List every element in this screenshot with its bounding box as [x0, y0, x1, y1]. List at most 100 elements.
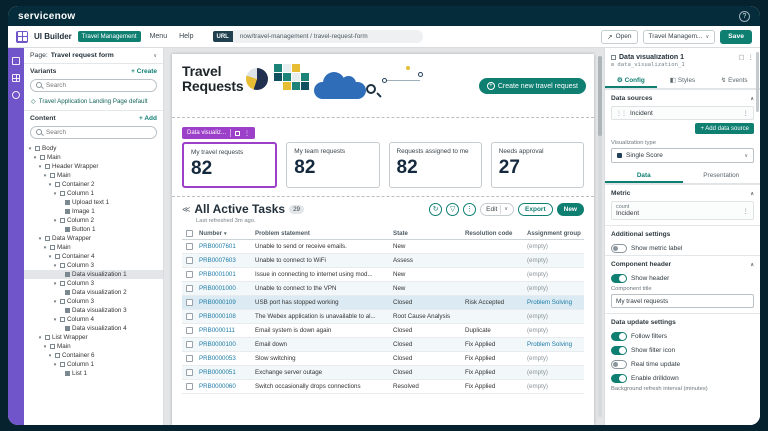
drag-handle-icon[interactable]: ⋮⋮	[616, 110, 626, 117]
save-button[interactable]: Save	[720, 30, 752, 44]
row-number-link[interactable]: PRB0007603	[196, 257, 252, 264]
content-search[interactable]	[30, 126, 157, 139]
collapse-icon[interactable]: ≪	[182, 205, 190, 214]
row-number-link[interactable]: PRB0000060	[196, 383, 252, 390]
tab-config[interactable]: ⚙Config	[605, 72, 657, 88]
metric-item[interactable]: count Incident ⋮	[611, 201, 754, 220]
row-assignment-group[interactable]: Problem Solving	[524, 341, 584, 348]
row-checkbox[interactable]	[186, 243, 193, 250]
help-menu-button[interactable]: Help	[176, 31, 196, 42]
open-button[interactable]: ↗ Open	[601, 30, 637, 44]
rail-components-icon[interactable]	[12, 74, 20, 82]
tree-item-data-wrapper[interactable]: ▾Data Wrapper	[24, 234, 163, 243]
ui-builder-logo-icon[interactable]	[16, 31, 28, 43]
tree-item-column-3[interactable]: ▾Column 3	[24, 261, 163, 270]
kebab-icon[interactable]: ⋮	[743, 207, 750, 215]
tree-item-container-4[interactable]: ▾Container 4	[24, 252, 163, 261]
row-checkbox[interactable]	[186, 299, 193, 306]
table-row-prb0000109[interactable]: PRB0000109USB port has stopped workingCl…	[182, 296, 584, 310]
content-search-input[interactable]	[46, 129, 151, 136]
tree-item-image-1[interactable]: Image 1	[24, 207, 163, 216]
row-number-link[interactable]: PRB0000100	[196, 341, 252, 348]
tree-item-button-1[interactable]: Button 1	[24, 225, 163, 234]
tree-item-container-2[interactable]: ▾Container 2	[24, 180, 163, 189]
row-checkbox[interactable]	[186, 313, 193, 320]
table-row-prb0000060[interactable]: PRB0000060Switch occasionally drops conn…	[182, 380, 584, 394]
table-row-prb0000111[interactable]: PRB0000111Email system is down againClos…	[182, 324, 584, 338]
tree-item-main[interactable]: ▾Main	[24, 342, 163, 351]
table-row-prb0001001[interactable]: PRB0001001Issue in connecting to interne…	[182, 268, 584, 282]
tree-item-main[interactable]: ▾Main	[24, 243, 163, 252]
tab-styles[interactable]: ◧Styles	[657, 72, 709, 88]
subtab-data[interactable]: Data	[605, 168, 683, 183]
component-header-section-header[interactable]: Component header ∧	[605, 255, 760, 271]
table-row-prb0007601[interactable]: PRB0007601Unable to send or receive emai…	[182, 240, 584, 254]
tree-item-main[interactable]: ▾Main	[24, 153, 163, 162]
row-checkbox[interactable]	[186, 285, 193, 292]
toggle-show-header[interactable]	[611, 274, 627, 283]
row-number-link[interactable]: PRB0000109	[196, 299, 252, 306]
rail-pages-icon[interactable]	[12, 57, 20, 65]
metric-card-my-travel-requests[interactable]: My travel requests 82	[182, 142, 277, 188]
page-header-component[interactable]: Travel Requests	[172, 54, 594, 118]
add-content-button[interactable]: + Add	[139, 115, 157, 122]
tree-item-data-visualization-4[interactable]: Data visualization 4	[24, 324, 163, 333]
row-number-link[interactable]: PRB0000111	[196, 327, 252, 334]
metric-card-requests-assigned-to-me[interactable]: Requests assigned to me 82	[389, 142, 482, 188]
row-checkbox[interactable]	[186, 257, 193, 264]
row-number-link[interactable]: PRB0001000	[196, 285, 252, 292]
metric-card-my-team-requests[interactable]: My team requests 82	[286, 142, 379, 188]
canvas-scrollbar[interactable]	[598, 56, 602, 417]
row-checkbox[interactable]	[186, 355, 193, 362]
create-variant-button[interactable]: + Create	[131, 68, 157, 75]
column-header-number[interactable]: Number▾	[196, 230, 252, 237]
data-update-settings-header[interactable]: Data update settings	[605, 313, 760, 329]
component-title-input[interactable]	[611, 294, 754, 308]
experience-dropdown[interactable]: Travel Managem... ∨	[643, 30, 716, 44]
tree-item-header-wrapper[interactable]: ▾Header Wrapper	[24, 162, 163, 171]
table-row-prb0001000[interactable]: PRB0001000Unable to connect to the VPNNe…	[182, 282, 584, 296]
metric-card-needs-approval[interactable]: Needs approval 27	[491, 142, 584, 188]
toggle-show-metric-label[interactable]	[611, 244, 627, 253]
inspector-scrollbar-thumb[interactable]	[756, 52, 759, 112]
row-number-link[interactable]: PRB0000051	[196, 369, 252, 376]
tree-item-container-6[interactable]: ▾Container 6	[24, 351, 163, 360]
tree-item-column-1[interactable]: ▾Column 1	[24, 189, 163, 198]
kebab-icon[interactable]: ⋮	[748, 53, 755, 61]
export-button[interactable]: Export	[518, 203, 553, 216]
tree-item-column-2[interactable]: ▾Column 2	[24, 216, 163, 225]
kebab-icon[interactable]: ⋮	[743, 109, 750, 117]
tree-item-column-3[interactable]: ▾Column 3	[24, 297, 163, 306]
edit-button[interactable]: Edit ∨	[480, 203, 514, 216]
tree-item-upload-text-1[interactable]: Upload text 1	[24, 198, 163, 207]
row-number-link[interactable]: PRB0000053	[196, 355, 252, 362]
column-header-assignment-group[interactable]: Assignment group	[524, 230, 584, 237]
variants-search[interactable]	[30, 79, 157, 92]
row-checkbox[interactable]	[186, 369, 193, 376]
row-number-link[interactable]: PRB0007601	[196, 243, 252, 250]
menu-button[interactable]: Menu	[147, 31, 171, 42]
data-source-item[interactable]: ⋮⋮ Incident ⋮	[611, 106, 754, 120]
tree-item-list-wrapper[interactable]: ▾List Wrapper	[24, 333, 163, 342]
scope-chip[interactable]: Travel Management	[78, 31, 141, 42]
rail-data-icon[interactable]	[12, 91, 20, 99]
more-actions-button[interactable]: ⋮	[463, 203, 476, 216]
help-icon[interactable]: ?	[739, 11, 750, 22]
metric-section-header[interactable]: Metric ∧	[605, 184, 760, 200]
tree-item-data-visualization-2[interactable]: Data visualization 2	[24, 288, 163, 297]
visualization-type-dropdown[interactable]: Single Score ∨	[611, 148, 754, 163]
kebab-icon[interactable]: ⋮	[244, 130, 250, 137]
column-header-problem-statement[interactable]: Problem statement	[252, 230, 390, 237]
row-checkbox[interactable]	[186, 271, 193, 278]
subtab-presentation[interactable]: Presentation	[683, 168, 761, 183]
toggle-show-filter-icon[interactable]	[611, 346, 627, 355]
column-header-resolution-code[interactable]: Resolution code	[462, 230, 524, 237]
row-number-link[interactable]: PRB0001001	[196, 271, 252, 278]
variants-search-input[interactable]	[46, 82, 151, 89]
select-all-checkbox[interactable]	[186, 230, 193, 237]
new-button[interactable]: New	[557, 203, 584, 216]
table-row-prb0000100[interactable]: PRB0000100Email downClosedFix AppliedPro…	[182, 338, 584, 352]
toggle-real-time-update[interactable]	[611, 360, 627, 369]
tree-item-data-visualization-3[interactable]: Data visualization 3	[24, 306, 163, 315]
tree-item-column-3[interactable]: ▾Column 3	[24, 279, 163, 288]
